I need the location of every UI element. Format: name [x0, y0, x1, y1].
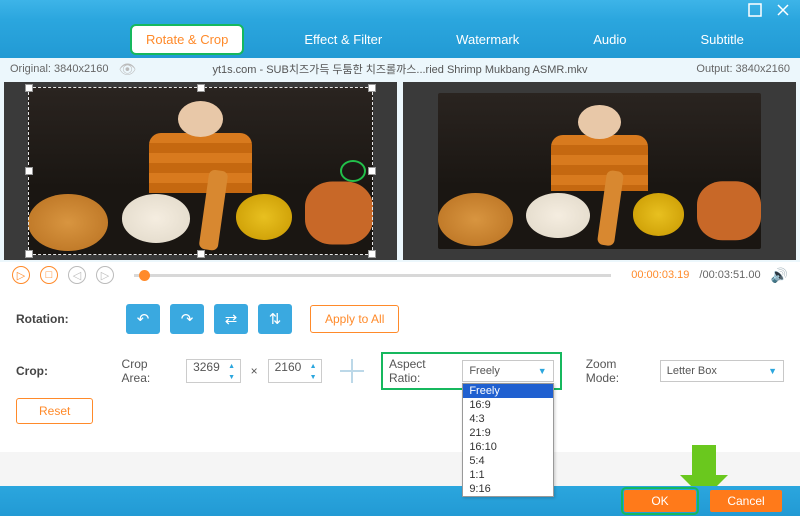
output-dimensions: Output: 3840x2160: [696, 63, 790, 75]
titlebar: [0, 0, 800, 20]
aspect-option-4-3[interactable]: 4:3: [463, 412, 552, 426]
source-panel[interactable]: [4, 82, 397, 260]
play-button[interactable]: ▷: [12, 266, 30, 284]
aspect-ratio-group: Aspect Ratio: Freely▼ Freely 16:9 4:3 21…: [381, 352, 562, 390]
aspect-option-1-1[interactable]: 1:1: [463, 468, 552, 482]
controls-area: Rotation: ↶ ↷ ⇄ ⇅ Apply to All Crop: Cro…: [0, 288, 800, 452]
rotate-left-button[interactable]: ↶: [126, 304, 160, 334]
transport-bar: ▷ □ ◁ ▷ 00:00:03.19/00:03:51.00 🔊: [0, 262, 800, 288]
output-panel: [403, 82, 796, 260]
minimize-icon[interactable]: [748, 3, 762, 17]
eye-icon[interactable]: 👁: [118, 61, 136, 78]
filename: yt1s.com - SUB치즈가득 두툼한 치즈롤까스...ried Shri…: [212, 61, 587, 77]
info-bar: Original: 3840x2160 👁 yt1s.com - SUB치즈가득…: [0, 58, 800, 80]
tab-audio[interactable]: Audio: [579, 26, 640, 53]
aspect-ratio-select[interactable]: Freely▼ Freely 16:9 4:3 21:9 16:10 5:4 1…: [462, 360, 553, 382]
rotate-right-button[interactable]: ↷: [170, 304, 204, 334]
aspect-option-9-16[interactable]: 9:16: [463, 482, 552, 496]
ok-button[interactable]: OK: [624, 490, 696, 512]
zoom-mode-label: Zoom Mode:: [586, 357, 650, 385]
zoom-mode-select[interactable]: Letter Box▼: [660, 360, 784, 382]
aspect-option-16-9[interactable]: 16:9: [463, 398, 552, 412]
crop-label: Crop:: [16, 364, 83, 378]
aspect-option-5-4[interactable]: 5:4: [463, 454, 552, 468]
crosshair-icon[interactable]: [340, 359, 363, 383]
chevron-down-icon: ▼: [538, 366, 547, 376]
chevron-down-icon: ▼: [768, 366, 777, 376]
prev-button[interactable]: ◁: [68, 266, 86, 284]
crop-width-input[interactable]: 3269▲▼: [186, 359, 241, 383]
aspect-ratio-dropdown[interactable]: Freely 16:9 4:3 21:9 16:10 5:4 1:1 9:16: [462, 383, 553, 497]
flip-vertical-button[interactable]: ⇅: [258, 304, 292, 334]
aspect-option-16-10[interactable]: 16:10: [463, 440, 552, 454]
apply-all-button[interactable]: Apply to All: [310, 305, 399, 333]
time-total: /00:03:51.00: [699, 269, 760, 281]
time-current: 00:00:03.19: [631, 269, 689, 281]
volume-icon[interactable]: 🔊: [771, 267, 788, 284]
tab-subtitle[interactable]: Subtitle: [687, 26, 758, 53]
tab-bar: Rotate & Crop Effect & Filter Watermark …: [0, 20, 800, 58]
footer: OK Cancel: [0, 486, 800, 516]
original-dimensions: Original: 3840x2160: [10, 63, 108, 75]
output-video: [438, 93, 760, 250]
reset-button[interactable]: Reset: [16, 398, 93, 424]
crop-height-input[interactable]: 2160▲▼: [268, 359, 323, 383]
seek-slider[interactable]: [134, 274, 611, 277]
times-symbol: ×: [251, 364, 258, 378]
aspect-option-21-9[interactable]: 21:9: [463, 426, 552, 440]
highlight-oval: [340, 160, 366, 182]
rotation-label: Rotation:: [16, 312, 86, 326]
tab-effect-filter[interactable]: Effect & Filter: [290, 26, 396, 53]
preview-row: [0, 80, 800, 262]
crop-box[interactable]: [28, 87, 374, 254]
close-icon[interactable]: [776, 3, 790, 17]
tab-rotate-crop[interactable]: Rotate & Crop: [130, 24, 244, 55]
aspect-option-freely[interactable]: Freely: [463, 384, 552, 398]
crop-area-label: Crop Area:: [122, 357, 177, 385]
tab-watermark[interactable]: Watermark: [442, 26, 533, 53]
cancel-button[interactable]: Cancel: [710, 490, 782, 512]
aspect-ratio-label: Aspect Ratio:: [389, 357, 456, 385]
flip-horizontal-button[interactable]: ⇄: [214, 304, 248, 334]
next-button[interactable]: ▷: [96, 266, 114, 284]
stop-button[interactable]: □: [40, 266, 58, 284]
